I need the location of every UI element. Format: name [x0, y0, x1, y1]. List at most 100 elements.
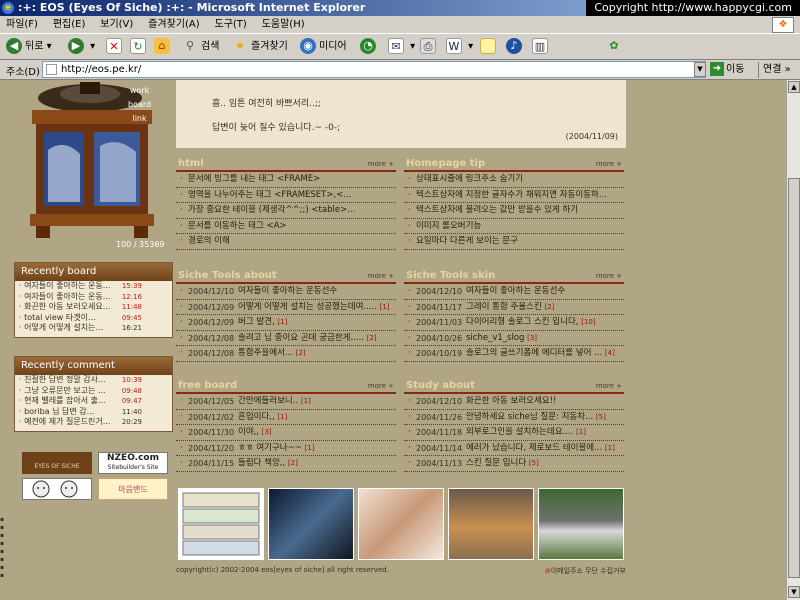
msn-button[interactable]: ✿	[606, 37, 625, 57]
media-button[interactable]: ◉ 미디어	[300, 37, 347, 57]
list-item[interactable]: · total view 타겟이... 09:45	[15, 313, 172, 324]
address-input[interactable]: http://eos.pe.kr/	[42, 61, 706, 78]
edit-button[interactable]: W ▾	[446, 37, 473, 57]
list-item[interactable]: · 텍스트상자에 지정한 글자수가 채워지면 자동이동하...	[404, 188, 624, 204]
email-notice[interactable]: ⊘이메일주소 무단 수집거부	[545, 566, 626, 576]
recent-comment-box: Recently comment · 친절한 답변 정말 감사... 10:39 …	[14, 356, 173, 432]
stop-button[interactable]: ✕	[106, 37, 125, 57]
list-item[interactable]: · 2004/11/03 다이어리형 솔로그 스킨 입니다, [10]	[404, 315, 624, 331]
nav-work-link[interactable]: work	[128, 84, 151, 98]
discuss-button[interactable]	[480, 37, 499, 57]
more-link[interactable]: more +	[596, 160, 622, 168]
list-item[interactable]: · 2004/11/15 들립다 책앙,, [2]	[176, 456, 396, 472]
notice-post: 흠.. 임튼 여전히 바쁘서리..;; 답변이 늦어 질수 있습니다.~ -0-…	[176, 80, 626, 148]
list-item[interactable]: · 친절한 답변 정말 감사... 10:39	[15, 375, 172, 386]
history-button[interactable]: ◔	[360, 37, 379, 57]
list-item[interactable]: · 2004/12/08 솔려고 님 중이요 곤데 궁금한게..... [2]	[176, 331, 396, 347]
html-section: html more + · 문서에 빙그를 내는 태그 <FRAME> · 영역을 나…	[176, 158, 396, 250]
print-button[interactable]: ⎙	[420, 37, 439, 57]
eos-logo[interactable]: EYES OF SICHE	[22, 452, 92, 474]
list-item[interactable]: · 그냥 오류문만 보고는 ... 09:48	[15, 386, 172, 397]
list-item[interactable]: · 상태표시줄에 링크주소 숨기기	[404, 172, 624, 188]
scrollbar-thumb[interactable]	[788, 178, 800, 578]
left-column: work board link 100 / 35369 Recently boa…	[8, 80, 174, 600]
list-item[interactable]: · 문서를 이동하는 태그 <A>	[176, 219, 396, 235]
list-item[interactable]: · 경로의 이해	[176, 234, 396, 250]
back-button[interactable]: ◀ 뒤로 ▾	[6, 37, 52, 57]
research-button[interactable]: ▥	[532, 37, 551, 57]
list-item[interactable]: · 2004/11/20 ㅎㅎ 여기구나~~ [1]	[176, 441, 396, 457]
menu-help[interactable]: 도움말(H)	[256, 16, 311, 34]
list-item[interactable]: · 텍스트상자에 불려오는 값만 받을수 있게 하기	[404, 203, 624, 219]
more-link[interactable]: more +	[368, 272, 394, 280]
band-banner[interactable]: 마음밴드	[98, 478, 168, 500]
list-item[interactable]: · 2004/11/18 외부로그인을 설치하는데요.... [1]	[404, 425, 624, 441]
list-item[interactable]: · 여자들이 좋아하는 운동... 15:39	[15, 281, 172, 292]
nav-board-link[interactable]: board	[128, 98, 151, 112]
section-title: Siche Tools about	[178, 270, 277, 281]
vertical-scrollbar[interactable]: ▲ ▼	[786, 80, 800, 600]
list-item[interactable]: · boriba 님 답변 감... 11:40	[15, 407, 172, 418]
list-item[interactable]: · 2004/12/09 어떻게 어떻게 설치는 성공했는데여..... [1]	[176, 300, 396, 316]
mail-button[interactable]: ✉ ▾	[388, 37, 415, 57]
list-item[interactable]: · 2004/12/02 흔입이다,, [1]	[176, 410, 396, 426]
gallery-thumbnail[interactable]	[268, 488, 354, 560]
go-button[interactable]: ➜ 이동	[710, 62, 744, 78]
address-dropdown-button[interactable]: ▼	[694, 62, 706, 77]
list-item[interactable]: · 현재 벨레를 잡아서 출... 09:47	[15, 396, 172, 407]
page-icon	[46, 64, 57, 75]
list-item[interactable]: · 2004/12/09 버그 발견, [1]	[176, 315, 396, 331]
search-icon: ⚲	[182, 38, 198, 54]
list-item[interactable]: · 요일마다 다른게 보이는 문구	[404, 234, 624, 250]
list-item[interactable]: · 2004/11/14 에러가 났습니다, 제로보드 테이블에... [1]	[404, 441, 624, 457]
list-item[interactable]: · 2004/10/26 siche_v1_slog [3]	[404, 331, 624, 347]
gallery-thumbnail[interactable]	[538, 488, 624, 560]
list-item[interactable]: · 2004/11/13 스킨 질문 입니다 [5]	[404, 456, 624, 472]
list-item[interactable]: · 예전에 제가 질문드린거... 20:29	[15, 417, 172, 428]
list-item[interactable]: · 여자들이 좋아하는 운동... 12:16	[15, 292, 172, 303]
links-button[interactable]: 연결 »	[758, 62, 791, 78]
list-item[interactable]: · 2004/12/10 화끈한 아동 보러오세요!!	[404, 394, 624, 410]
list-item[interactable]: · 2004/12/05 간만에들러보니.. [1]	[176, 394, 396, 410]
list-item[interactable]: · 영역을 나누어주는 태그 <FRAMESET>,<...	[176, 188, 396, 204]
list-item[interactable]: · 문서에 빙그를 내는 태그 <FRAME>	[176, 172, 396, 188]
free-board-section: free board more + · 2004/12/05 간만에들러보니.. [1…	[176, 380, 396, 472]
list-item[interactable]: · 2004/11/17 그레이 통합 주율스킨 [2]	[404, 300, 624, 316]
list-item[interactable]: · 2004/12/08 통합주을에서... [2]	[176, 346, 396, 362]
recent-board-title: Recently board	[15, 263, 172, 281]
character-banner[interactable]	[22, 478, 92, 500]
nav-link-link[interactable]: link	[128, 112, 151, 126]
favorites-button[interactable]: ★ 즐겨찾기	[232, 37, 288, 57]
list-item[interactable]: · 2004/12/10 여자들이 좋아하는 운동선수	[404, 284, 624, 300]
forward-button[interactable]: ▶ ▾	[68, 37, 95, 57]
more-link[interactable]: more +	[368, 382, 394, 390]
menu-view[interactable]: 보기(V)	[94, 16, 139, 34]
search-button[interactable]: ⚲ 검색	[182, 37, 219, 57]
more-link[interactable]: more +	[596, 382, 622, 390]
menu-bar: 파일(F) 편집(E) 보기(V) 즐겨찾기(A) 도구(T) 도움말(H) ❖	[0, 16, 800, 34]
home-button[interactable]: ⌂	[154, 37, 173, 57]
refresh-button[interactable]: ↻	[130, 37, 149, 57]
scroll-down-arrow-icon[interactable]: ▼	[788, 586, 800, 598]
messenger-button[interactable]: ♪	[506, 37, 525, 57]
gallery-thumbnail[interactable]	[178, 488, 264, 560]
menu-favorites[interactable]: 즐겨찾기(A)	[142, 16, 205, 34]
more-link[interactable]: more +	[368, 160, 394, 168]
menu-file[interactable]: 파일(F)	[0, 16, 44, 34]
list-item[interactable]: · 2004/11/26 안녕하세요 siche님 질문: 지동차... [5]	[404, 410, 624, 426]
list-item[interactable]: · 2004/12/10 여자들이 좋아하는 운동선수	[176, 284, 396, 300]
list-item[interactable]: · 2004/10/19 솔로그의 글쓰기폼에 에디터를 넣어 ... [4]	[404, 346, 624, 362]
gallery-thumbnail[interactable]	[358, 488, 444, 560]
list-item[interactable]: · 어떻게 어떻게 설치는... 16:21	[15, 323, 172, 334]
nzeo-logo[interactable]: NZEO.com Sitebuilder's Site	[98, 452, 168, 474]
list-item[interactable]: · 이미지 롤오버기능	[404, 219, 624, 235]
more-link[interactable]: more +	[596, 272, 622, 280]
list-item[interactable]: · 가장 중요한 테이블 (제생각^^;;) <table>...	[176, 203, 396, 219]
gallery-thumbnail[interactable]	[448, 488, 534, 560]
list-item[interactable]: · 화끈한 아동 보러오세요... 11:48	[15, 302, 172, 313]
menu-edit[interactable]: 편집(E)	[47, 16, 92, 34]
list-item[interactable]: · 2004/11/30 이야,, [3]	[176, 425, 396, 441]
menu-tools[interactable]: 도구(T)	[209, 16, 253, 34]
toolbar: ◀ 뒤로 ▾ ▶ ▾ ✕ ↻ ⌂ ⚲ 검색 ★ 즐겨찾기 ◉ 미디어 ◔ ✉ ▾ ⎙ W…	[0, 34, 800, 60]
scroll-up-arrow-icon[interactable]: ▲	[788, 81, 800, 93]
